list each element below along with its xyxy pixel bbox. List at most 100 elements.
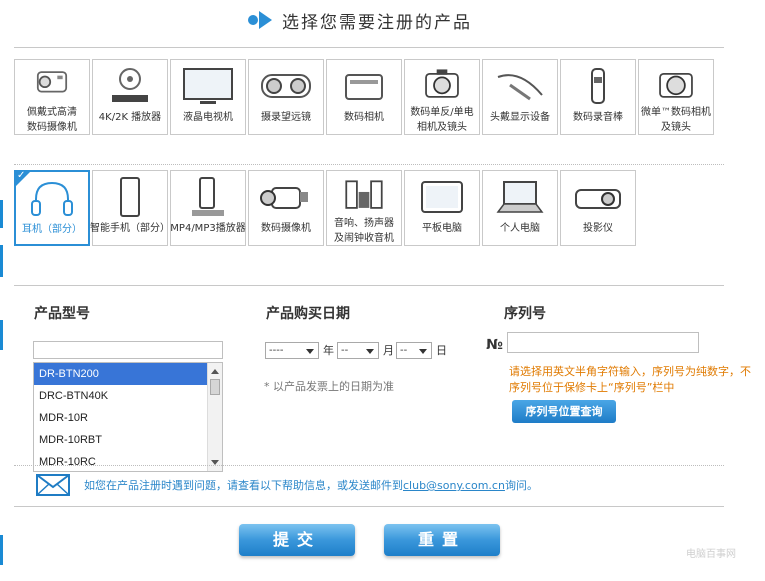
category-tile-projector[interactable]: 投影仪 [560, 170, 636, 246]
section-header: 选择您需要注册的产品 [248, 8, 472, 33]
left-accent-bar [0, 245, 3, 277]
serial-hint: 请选择用英文半角字符输入，序列号为纯数字，不 序列号位于保修卡上“序列号”栏中 [509, 364, 765, 396]
mirrorless-camera-icon [659, 72, 693, 98]
tablet-icon [421, 181, 463, 213]
list-item[interactable]: MDR-10R [34, 407, 222, 429]
mail-icon [36, 474, 70, 496]
month-select-value: -- [341, 345, 349, 356]
media-player-icon [112, 68, 148, 102]
arrow-right-icon [259, 11, 272, 29]
model-search-input[interactable] [33, 341, 223, 359]
category-tile-voice-recorder[interactable]: 数码录音棒 [560, 59, 636, 135]
scroll-up-icon[interactable] [211, 369, 219, 374]
category-tile-camcorder[interactable]: 数码摄像机 [248, 170, 324, 246]
year-select-value: ---- [269, 345, 284, 356]
month-unit: 月 [383, 344, 394, 357]
serial-number-input[interactable] [507, 332, 699, 353]
head-mounted-display-icon [497, 74, 543, 101]
help-text: 如您在产品注册时遇到问题，请查看以下帮助信息，或发送邮件到club@sony.c… [84, 477, 538, 493]
checkmark-icon: ✓ [17, 170, 26, 181]
help-text-before: 如您在产品注册时遇到问题，请查看以下帮助信息，或发送邮件到 [84, 479, 403, 492]
camcorder-icon [260, 187, 308, 209]
model-listbox[interactable]: DR-BTN200 DRC-BTN40K MDR-10R MDR-10RBT M… [33, 362, 223, 472]
day-select[interactable]: -- [396, 342, 432, 359]
tile-label: 佩戴式高清 [27, 107, 77, 118]
year-select[interactable]: ---- [265, 342, 319, 359]
lcd-tv-icon [183, 68, 233, 104]
list-item[interactable]: MDR-10RBT [34, 429, 222, 451]
chevron-down-icon [419, 349, 427, 354]
category-tile-action-cam[interactable]: 佩戴式高清 数码摄像机 [14, 59, 90, 135]
tile-label: 摄录望远镜 [261, 112, 311, 123]
category-tile-headphones[interactable]: ✓ 耳机（部分） [14, 170, 90, 246]
category-tile-binoculars[interactable]: 摄录望远镜 [248, 59, 324, 135]
divider [14, 47, 724, 48]
list-item[interactable]: MDR-10RC [34, 451, 222, 471]
tile-label: 及闹钟收音机 [334, 233, 394, 244]
category-tile-speaker[interactable]: 音响、扬声器 及闹钟收音机 [326, 170, 402, 246]
category-tile-dslr[interactable]: 数码单反/单电 相机及镜头 [404, 59, 480, 135]
action-cam-icon [36, 71, 68, 93]
tile-label: MP4/MP3播放器 [170, 223, 246, 234]
tile-label: 数码摄像机 [261, 223, 311, 234]
left-accent-bar [0, 200, 3, 228]
speaker-icon [345, 180, 383, 209]
category-tile-smartphone[interactable]: 智能手机（部分） [90, 170, 170, 246]
category-row-1: 佩戴式高清 数码摄像机 4K/2K 播放器 液晶电视机 摄录望远镜 数码相机 数… [14, 59, 716, 135]
day-select-value: -- [400, 345, 408, 356]
laptop-icon [496, 181, 544, 213]
submit-button[interactable]: 提交 [239, 524, 355, 556]
mp3-player-icon [192, 177, 224, 216]
serial-lookup-button[interactable]: 序列号位置查询 [512, 400, 616, 423]
serial-hint-line: 序列号位于保修卡上“序列号”栏中 [509, 381, 675, 394]
watermark: 电脑百事网 [686, 549, 736, 560]
divider [14, 506, 724, 507]
scrollbar[interactable] [207, 363, 222, 471]
bullet-dot-icon [248, 15, 258, 25]
divider [14, 285, 724, 286]
projector-icon [575, 189, 621, 209]
tile-label: 4K/2K 播放器 [98, 112, 162, 123]
tile-label: 相机及镜头 [417, 122, 467, 133]
scroll-thumb[interactable] [210, 379, 220, 395]
category-tile-mirrorless[interactable]: 微单™数码相机 及镜头 [638, 59, 714, 135]
tile-label: 数码单反/单电 [410, 107, 474, 118]
serial-label: 序列号 [504, 306, 546, 322]
category-tile-compact-camera[interactable]: 数码相机 [326, 59, 402, 135]
tile-label: 个人电脑 [500, 223, 540, 234]
category-row-2: ✓ 耳机（部分） 智能手机（部分） MP4/MP3播放器 数码摄像机 音响、扬声… [14, 170, 638, 246]
divider [14, 465, 724, 466]
left-accent-bar [0, 535, 3, 565]
tile-label: 数码相机 [344, 112, 384, 123]
serial-hint-line: 请选择用英文半角字符输入，序列号为纯数字，不 [509, 365, 751, 378]
list-item[interactable]: DRC-BTN40K [34, 385, 222, 407]
month-select[interactable]: -- [337, 342, 379, 359]
category-tile-lcd-tv[interactable]: 液晶电视机 [170, 59, 246, 135]
tile-label: 液晶电视机 [183, 112, 233, 123]
category-tile-mp3-player[interactable]: MP4/MP3播放器 [170, 170, 246, 246]
chevron-down-icon [306, 349, 314, 354]
help-text-after: 询问。 [504, 479, 538, 492]
category-tile-laptop[interactable]: 个人电脑 [482, 170, 558, 246]
list-item[interactable]: DR-BTN200 [34, 363, 222, 385]
tile-label: 数码摄像机 [27, 122, 77, 133]
day-unit: 日 [436, 344, 447, 357]
page-title: 选择您需要注册的产品 [282, 12, 472, 33]
binoculars-icon [261, 74, 311, 98]
tile-label: 头戴显示设备 [490, 112, 550, 123]
category-tile-head-mounted-display[interactable]: 头戴显示设备 [482, 59, 558, 135]
divider [14, 164, 724, 165]
reset-button[interactable]: 重置 [384, 524, 500, 556]
compact-camera-icon [345, 74, 383, 100]
help-row: 如您在产品注册时遇到问题，请查看以下帮助信息，或发送邮件到club@sony.c… [36, 474, 538, 496]
email-link[interactable]: club@sony.com.cn [403, 479, 505, 492]
tile-label: 音响、扬声器 [334, 218, 394, 229]
model-label: 产品型号 [34, 306, 90, 322]
tile-label: 智能手机（部分） [90, 223, 170, 234]
tile-label: 及镜头 [661, 122, 691, 133]
category-tile-media-player[interactable]: 4K/2K 播放器 [92, 59, 168, 135]
year-unit: 年 [323, 344, 334, 357]
category-tile-tablet[interactable]: 平板电脑 [404, 170, 480, 246]
tile-label: 耳机（部分） [22, 224, 82, 235]
voice-recorder-icon [591, 68, 605, 104]
